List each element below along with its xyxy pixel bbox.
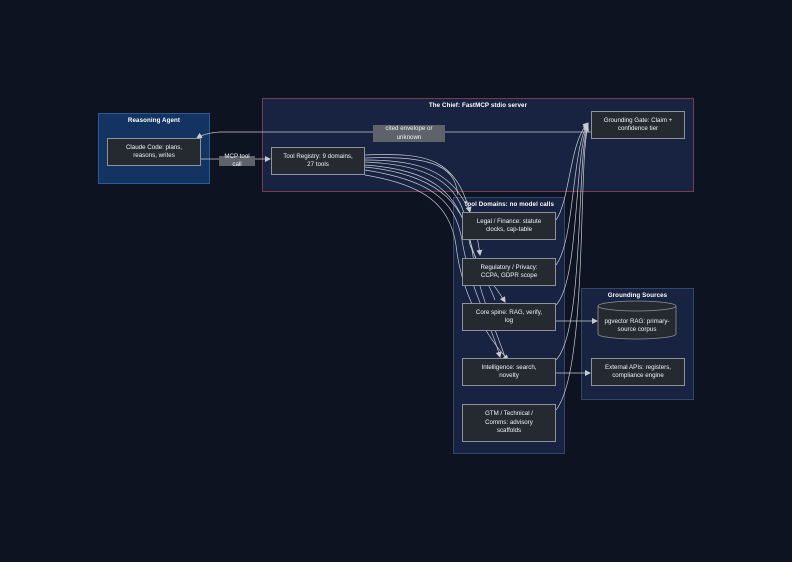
mcp-tool-call-label: MCP tool call [219,153,255,168]
edge-registry-to-regulatory [364,159,483,256]
regulatory-privacy-node[interactable]: Regulatory / Privacy: CCPA, GDPR scope [462,258,556,286]
intelligence-node[interactable]: Intelligence: search, novelty [462,358,556,386]
legal-finance-node[interactable]: Legal / Finance: statute clocks, cap-tab… [462,212,556,240]
core-spine-node[interactable]: Core spine: RAG, verify, log [462,303,556,331]
edge-legal-to-gate [555,122,589,221]
gtm-node[interactable]: GTM / Technical / Comms: advisory scaffo… [462,404,556,442]
edges-layer [196,122,677,411]
grounding-gate-node[interactable]: Grounding Gate: Claim + confidence tier [591,111,685,139]
external-apis-node[interactable]: External APIs: registers, compliance eng… [591,358,685,386]
edge-regulatory-to-gate [555,123,589,266]
edge-gtm-to-gate [555,126,589,411]
tool-registry-node[interactable]: Tool Registry: 9 domains, 27 tools [271,147,365,175]
edge-intelligence-to-gate [555,125,589,361]
cited-envelope-label: cited envelope or unknown [373,125,445,142]
claude-code-node[interactable]: Claude Code: plans, reasons, writes [107,138,201,166]
pgvector-node[interactable]: pgvector RAG: primary- source corpus [598,313,676,339]
